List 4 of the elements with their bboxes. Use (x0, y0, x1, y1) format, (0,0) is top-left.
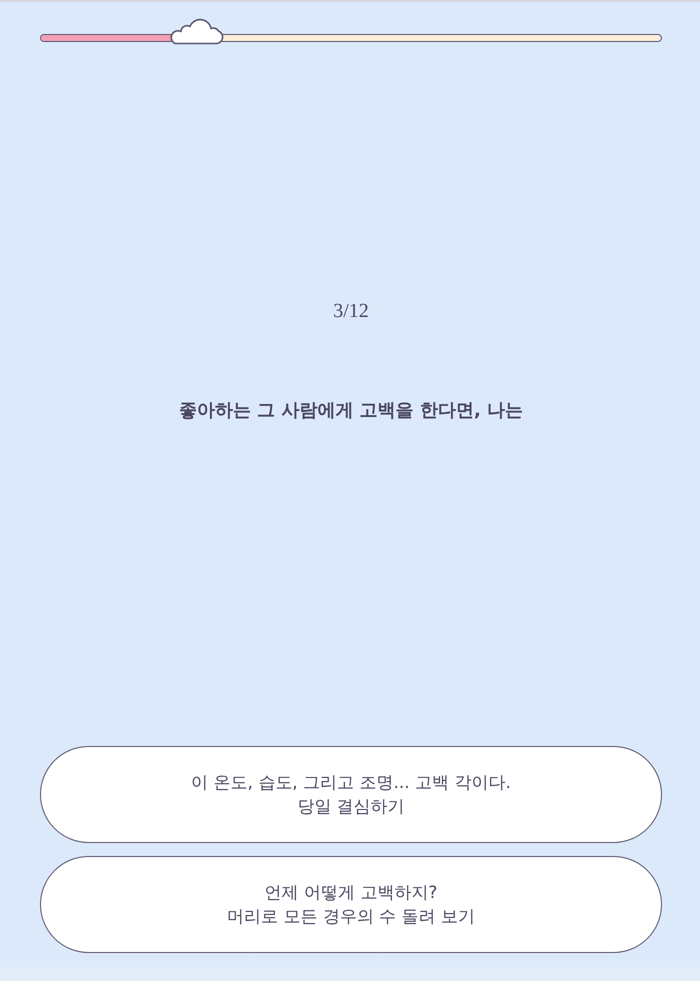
question-text: 좋아하는 그 사람에게 고백을 한다면, 나는 (178, 399, 524, 423)
question-counter: 3/12 (332, 299, 370, 323)
answer-option-button[interactable]: 이 온도, 습도, 그리고 조명... 고백 각이다. 당일 결심하기 (40, 746, 662, 843)
answer-option-button[interactable]: 언제 어떻게 고백하지? 머리로 모든 경우의 수 돌려 보기 (40, 856, 662, 953)
